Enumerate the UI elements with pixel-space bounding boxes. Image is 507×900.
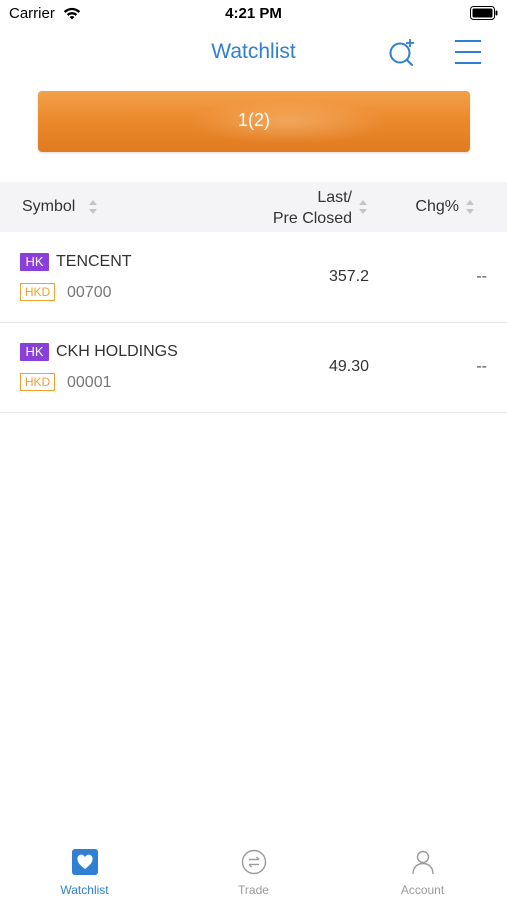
person-icon <box>412 850 434 875</box>
tab-bar: Watchlist Trade Account <box>0 838 507 900</box>
search-add-icon[interactable] <box>386 36 418 68</box>
column-header-last-line2: Pre Closed <box>272 210 352 227</box>
banner-label: 1(2) <box>237 110 270 130</box>
column-header-symbol[interactable]: Symbol <box>22 198 75 216</box>
nav-header: Watchlist <box>0 30 507 76</box>
stock-name: TENCENT <box>56 253 132 270</box>
change-percent: -- <box>476 268 487 285</box>
table-header: Symbol Last/ Pre Closed Chg% <box>0 182 507 232</box>
market-badge: HK <box>20 253 49 271</box>
transfer-icon <box>241 849 267 875</box>
currency-badge: HKD <box>20 373 55 391</box>
last-price: 357.2 <box>328 268 369 285</box>
stock-code: 00700 <box>67 284 112 301</box>
tab-account[interactable]: Account <box>338 838 507 900</box>
column-header-last[interactable]: Last/ Pre Closed <box>273 187 352 229</box>
column-header-chg[interactable]: Chg% <box>415 198 459 216</box>
tab-watchlist[interactable]: Watchlist <box>0 838 169 900</box>
stock-name: CKH HOLDINGS <box>56 343 178 360</box>
watchlist-group-banner[interactable]: 1(2) <box>38 91 470 152</box>
clock: 4:21 PM <box>225 5 282 22</box>
sort-icon[interactable] <box>88 198 98 216</box>
menu-icon[interactable] <box>452 36 484 68</box>
heart-icon <box>72 849 98 875</box>
tab-label: Trade <box>238 883 269 897</box>
sort-icon[interactable] <box>358 198 368 216</box>
battery-icon <box>470 6 498 20</box>
change-percent: -- <box>476 358 487 375</box>
column-header-last-line1: Last/ <box>317 189 352 206</box>
tab-trade[interactable]: Trade <box>169 838 338 900</box>
page-title: Watchlist <box>211 40 296 63</box>
status-bar: Carrier 4:21 PM <box>0 0 507 30</box>
sort-icon[interactable] <box>465 198 475 216</box>
stock-code: 00001 <box>67 374 112 391</box>
tab-label: Account <box>400 883 445 897</box>
table-row[interactable]: HK CKH HOLDINGS HKD 00001 49.30 -- <box>0 322 507 413</box>
last-price: 49.30 <box>328 358 369 375</box>
table-row[interactable]: HK TENCENT HKD 00700 357.2 -- <box>0 232 507 323</box>
market-badge: HK <box>20 343 49 361</box>
currency-badge: HKD <box>20 283 55 301</box>
tab-label: Watchlist <box>60 883 109 897</box>
